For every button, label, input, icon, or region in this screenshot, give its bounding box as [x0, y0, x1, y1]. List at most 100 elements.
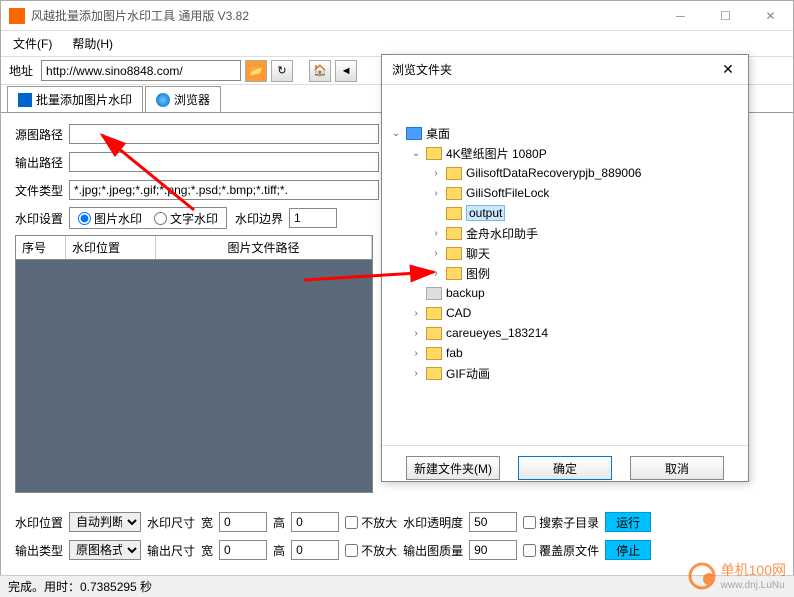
- tab-label: 批量添加图片水印: [36, 91, 132, 108]
- window-title: 风越批量添加图片水印工具 通用版 V3.82: [31, 7, 658, 24]
- tree-item[interactable]: 图例: [466, 265, 490, 282]
- wm-height-input[interactable]: [291, 512, 339, 532]
- menu-help[interactable]: 帮助(H): [68, 33, 117, 54]
- border-input[interactable]: [289, 208, 337, 228]
- tree-item-selected[interactable]: output: [466, 205, 505, 221]
- wm-size-label: 水印尺寸: [147, 514, 195, 531]
- source-path-label: 源图路径: [15, 126, 69, 143]
- titlebar: 风越批量添加图片水印工具 通用版 V3.82 ─ ☐ ✕: [1, 1, 793, 31]
- tab-watermark[interactable]: 批量添加图片水印: [7, 86, 143, 112]
- folder-icon: [426, 327, 442, 340]
- tree-item[interactable]: 金舟水印助手: [466, 225, 538, 242]
- folder-icon: [426, 367, 442, 380]
- stop-button[interactable]: 停止: [605, 540, 651, 560]
- height-label: 高: [273, 514, 285, 531]
- tree-item[interactable]: 4K壁纸图片 1080P: [446, 145, 547, 162]
- border-label: 水印边界: [235, 210, 283, 227]
- tree-item[interactable]: GiliSoftFileLock: [466, 186, 549, 200]
- file-type-input[interactable]: [69, 180, 379, 200]
- close-button[interactable]: ✕: [748, 1, 793, 30]
- browse-folder-dialog: 浏览文件夹 ✕ ⌄ 桌面 ⌄ 4K壁纸图片 1080P › GilisoftDataR…: [381, 54, 749, 482]
- wm-pos-label: 水印位置: [15, 514, 63, 531]
- printer-icon: [426, 287, 442, 300]
- column-position[interactable]: 水印位置: [66, 236, 156, 259]
- maximize-button[interactable]: ☐: [703, 1, 748, 30]
- run-button[interactable]: 运行: [605, 512, 651, 532]
- tree-item[interactable]: fab: [446, 346, 463, 360]
- out-height-input[interactable]: [291, 540, 339, 560]
- expand-icon[interactable]: ›: [430, 168, 442, 179]
- new-folder-button[interactable]: 新建文件夹(M): [406, 456, 500, 480]
- output-path-input[interactable]: [69, 152, 379, 172]
- tree-item[interactable]: GIF动画: [446, 365, 490, 382]
- folder-tree[interactable]: ⌄ 桌面 ⌄ 4K壁纸图片 1080P › GilisoftDataRecoveryp…: [382, 115, 748, 445]
- expand-icon[interactable]: ›: [430, 228, 442, 239]
- table-body[interactable]: [16, 260, 372, 492]
- quality-input[interactable]: [469, 540, 517, 560]
- watermark-logo: 单机100网 www.dnj.LuNu: [687, 560, 786, 591]
- expand-icon[interactable]: ›: [430, 248, 442, 259]
- column-index[interactable]: 序号: [16, 236, 66, 259]
- wm-width-input[interactable]: [219, 512, 267, 532]
- out-type-label: 输出类型: [15, 542, 63, 559]
- home-button[interactable]: 🏠: [309, 60, 331, 82]
- radio-image-watermark[interactable]: 图片水印: [78, 210, 142, 227]
- source-path-input[interactable]: [69, 124, 379, 144]
- file-type-label: 文件类型: [15, 182, 69, 199]
- expand-icon[interactable]: ›: [410, 308, 422, 319]
- out-size-label: 输出尺寸: [147, 542, 195, 559]
- menu-file[interactable]: 文件(F): [9, 33, 56, 54]
- tree-item[interactable]: GilisoftDataRecoverypjb_889006: [466, 166, 641, 180]
- status-text: 完成。用时：0.7385295 秒: [8, 578, 152, 595]
- cancel-button[interactable]: 取消: [630, 456, 724, 480]
- no-enlarge-check[interactable]: 不放大: [345, 514, 397, 531]
- address-label: 地址: [9, 62, 33, 79]
- tree-item[interactable]: 聊天: [466, 245, 490, 262]
- output-path-label: 输出路径: [15, 154, 69, 171]
- dialog-title: 浏览文件夹: [392, 61, 718, 78]
- overwrite-check[interactable]: 覆盖原文件: [523, 542, 599, 559]
- wm-pos-select[interactable]: 自动判断: [69, 512, 141, 532]
- back-button[interactable]: ◄: [335, 60, 357, 82]
- watermark-label: 水印设置: [15, 210, 69, 227]
- tree-desktop[interactable]: 桌面: [426, 125, 450, 142]
- folder-icon: [426, 347, 442, 360]
- tab-label: 浏览器: [174, 91, 210, 108]
- globe-icon: [156, 93, 170, 107]
- folder-icon: [426, 307, 442, 320]
- expand-icon[interactable]: ›: [430, 268, 442, 279]
- open-folder-button[interactable]: 📂: [245, 60, 267, 82]
- no-enlarge-check2[interactable]: 不放大: [345, 542, 397, 559]
- folder-icon: [426, 147, 442, 160]
- tree-item[interactable]: careueyes_183214: [446, 326, 548, 340]
- expand-icon[interactable]: ⌄: [390, 128, 402, 139]
- statusbar: 完成。用时：0.7385295 秒: [0, 575, 794, 597]
- radio-text-watermark[interactable]: 文字水印: [154, 210, 218, 227]
- file-table: 序号 水印位置 图片文件路径: [15, 235, 373, 493]
- quality-label: 输出图质量: [403, 542, 463, 559]
- tree-item[interactable]: CAD: [446, 306, 471, 320]
- desktop-icon: [406, 127, 422, 140]
- minimize-button[interactable]: ─: [658, 1, 703, 30]
- address-input[interactable]: [41, 60, 241, 81]
- width-label: 宽: [201, 542, 213, 559]
- folder-icon: [446, 247, 462, 260]
- expand-icon[interactable]: ›: [410, 348, 422, 359]
- expand-icon[interactable]: ›: [410, 328, 422, 339]
- tab-browser[interactable]: 浏览器: [145, 86, 221, 112]
- tree-item[interactable]: backup: [446, 286, 485, 300]
- dialog-close-button[interactable]: ✕: [718, 61, 738, 78]
- opacity-input[interactable]: [469, 512, 517, 532]
- width-label: 宽: [201, 514, 213, 531]
- search-subdir-check[interactable]: 搜索子目录: [523, 514, 599, 531]
- expand-icon[interactable]: ›: [410, 368, 422, 379]
- refresh-button[interactable]: ↻: [271, 60, 293, 82]
- folder-icon: [446, 227, 462, 240]
- expand-icon[interactable]: ›: [430, 188, 442, 199]
- out-type-select[interactable]: 原图格式: [69, 540, 141, 560]
- ok-button[interactable]: 确定: [518, 456, 612, 480]
- column-path[interactable]: 图片文件路径: [156, 236, 372, 259]
- out-width-input[interactable]: [219, 540, 267, 560]
- expand-icon[interactable]: ⌄: [410, 148, 422, 159]
- folder-icon: [446, 207, 462, 220]
